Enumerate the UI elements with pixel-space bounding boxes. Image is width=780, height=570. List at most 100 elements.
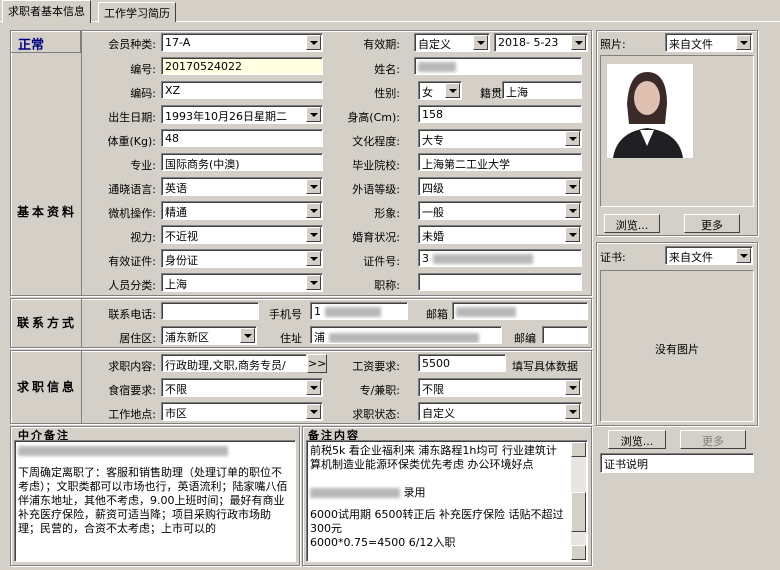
name-label: 姓名: [374, 63, 400, 76]
basic-section-title: 基本资料 [16, 205, 77, 219]
lang-level-label: 外语等级: [352, 183, 400, 196]
district-select[interactable]: 浦东新区 [161, 326, 257, 345]
native-field[interactable]: 上海 [502, 81, 582, 99]
vision-label: 视力: [130, 231, 156, 244]
phone-label: 联系电话: [108, 308, 156, 321]
phone-field[interactable] [161, 302, 259, 320]
chevron-down-icon[interactable] [306, 107, 321, 122]
salary-label: 工资要求: [352, 360, 400, 373]
cert-more-button[interactable]: 更多 [680, 430, 746, 449]
scroll-down-icon[interactable] [571, 545, 586, 560]
id-type-select[interactable]: 身份证 [161, 249, 323, 268]
cert-desc-field[interactable]: 证书说明 [600, 453, 754, 473]
chevron-down-icon[interactable] [736, 248, 751, 263]
tab-basic-info[interactable]: 求职者基本信息 [2, 0, 91, 23]
scroll-up-icon[interactable] [571, 442, 586, 457]
chevron-down-icon[interactable] [306, 203, 321, 218]
lang-label: 通晓语言: [108, 183, 156, 196]
vision-select[interactable]: 不近视 [161, 225, 323, 244]
board-select[interactable]: 不限 [161, 378, 323, 397]
zip-field[interactable] [542, 326, 588, 344]
birth-date-picker[interactable]: 1993年10月26日星期二 [161, 105, 323, 124]
chevron-down-icon[interactable] [306, 251, 321, 266]
chevron-down-icon[interactable] [736, 35, 751, 50]
image-select[interactable]: 一般 [418, 201, 582, 220]
code2-field[interactable]: XZ [161, 81, 323, 99]
remark-textarea[interactable]: 前税5k 看企业福利来 浦东路程1h均可 行业建筑计算机制造业能源环保类优先考虑… [306, 440, 588, 562]
chevron-down-icon[interactable] [565, 203, 580, 218]
parttime-select[interactable]: 不限 [418, 378, 582, 397]
major-field[interactable]: 国际商务(中澳) [161, 153, 323, 171]
state-select[interactable]: 自定义 [418, 402, 582, 421]
pc-select[interactable]: 精通 [161, 201, 323, 220]
chevron-down-icon[interactable] [565, 179, 580, 194]
photo-frame [600, 55, 754, 207]
salary-field[interactable]: 5500 [418, 354, 506, 372]
category-select[interactable]: 上海 [161, 273, 323, 292]
title-field[interactable] [418, 273, 582, 291]
district-label: 居住区: [119, 332, 156, 345]
tab-resume[interactable]: 工作学习简历 [98, 2, 176, 22]
divider [81, 351, 82, 423]
name-field[interactable] [414, 57, 582, 75]
chevron-down-icon[interactable] [565, 131, 580, 146]
email-field[interactable] [452, 302, 588, 320]
marital-label: 婚育状况: [352, 231, 400, 244]
location-select[interactable]: 市区 [161, 402, 323, 421]
validity-mode-select[interactable]: 自定义 [414, 33, 490, 52]
id-no-label: 证件号: [363, 255, 400, 268]
chevron-down-icon[interactable] [306, 35, 321, 50]
mobile-field[interactable]: 1 [310, 302, 408, 320]
agent-note-textarea[interactable]: 下周确定离职了：客服和销售助理（处理订单的职位不考虑）；文职类都可以市场也行，英… [14, 440, 296, 562]
chevron-down-icon[interactable] [306, 179, 321, 194]
cert-browse-button[interactable]: 浏览... [608, 430, 666, 449]
marital-select[interactable]: 未婚 [418, 225, 582, 244]
want-field[interactable]: 行政助理,文职,商务专员/ [161, 354, 307, 372]
chevron-down-icon[interactable] [565, 380, 580, 395]
pc-label: 微机操作: [108, 207, 156, 220]
chevron-down-icon[interactable] [306, 404, 321, 419]
photo-source-select[interactable]: 来自文件 [665, 33, 753, 52]
cert-label: 证书: [600, 251, 626, 264]
chevron-down-icon[interactable] [473, 35, 488, 50]
member-select[interactable]: 17-A [161, 33, 323, 52]
lang-select[interactable]: 英语 [161, 177, 323, 196]
remark-scrollbar[interactable] [571, 442, 586, 560]
salary-hint: 填写具体数据 [512, 360, 578, 373]
chevron-down-icon[interactable] [306, 275, 321, 290]
chevron-down-icon[interactable] [571, 35, 586, 50]
chevron-down-icon[interactable] [565, 227, 580, 242]
id-no-field[interactable]: 3 [418, 249, 582, 267]
chevron-down-icon[interactable] [240, 328, 255, 343]
height-field[interactable]: 158 [418, 105, 582, 123]
photo-label: 照片: [600, 38, 626, 51]
birth-label: 出生日期: [108, 111, 156, 124]
validity-date-picker[interactable]: 2018- 5-23 [494, 33, 588, 52]
school-field[interactable]: 上海第二工业大学 [418, 153, 582, 171]
cert-source-select[interactable]: 来自文件 [665, 246, 753, 265]
redacted-id [433, 254, 533, 264]
chevron-down-icon[interactable] [565, 404, 580, 419]
cert-image-frame: 没有图片 [600, 270, 754, 422]
photo-more-button[interactable]: 更多 [684, 214, 740, 233]
code-field[interactable]: 20170524022 [161, 57, 323, 75]
address-field[interactable]: 浦 [310, 326, 502, 344]
weight-field[interactable]: 48 [161, 129, 323, 147]
chevron-down-icon[interactable] [445, 83, 460, 98]
agent-note-text: 下周确定离职了：客服和销售助理（处理订单的职位不考虑）；文职类都可以市场也行，英… [18, 466, 288, 535]
want-picker-button[interactable]: >> [307, 354, 327, 373]
native-label: 籍贯 [480, 87, 502, 100]
id-type-label: 有效证件: [108, 255, 156, 268]
chevron-down-icon[interactable] [306, 380, 321, 395]
chevron-down-icon[interactable] [306, 227, 321, 242]
photo-browse-button[interactable]: 浏览... [604, 214, 660, 233]
edu-select[interactable]: 大专 [418, 129, 582, 148]
redacted-mobile [325, 307, 381, 317]
gender-select[interactable]: 女 [418, 81, 462, 100]
lang-level-select[interactable]: 四级 [418, 177, 582, 196]
scroll-thumb[interactable] [571, 492, 586, 532]
code2-label: 编码: [130, 87, 156, 100]
member-label: 会员种类: [108, 38, 156, 51]
category-label: 人员分类: [108, 279, 156, 292]
